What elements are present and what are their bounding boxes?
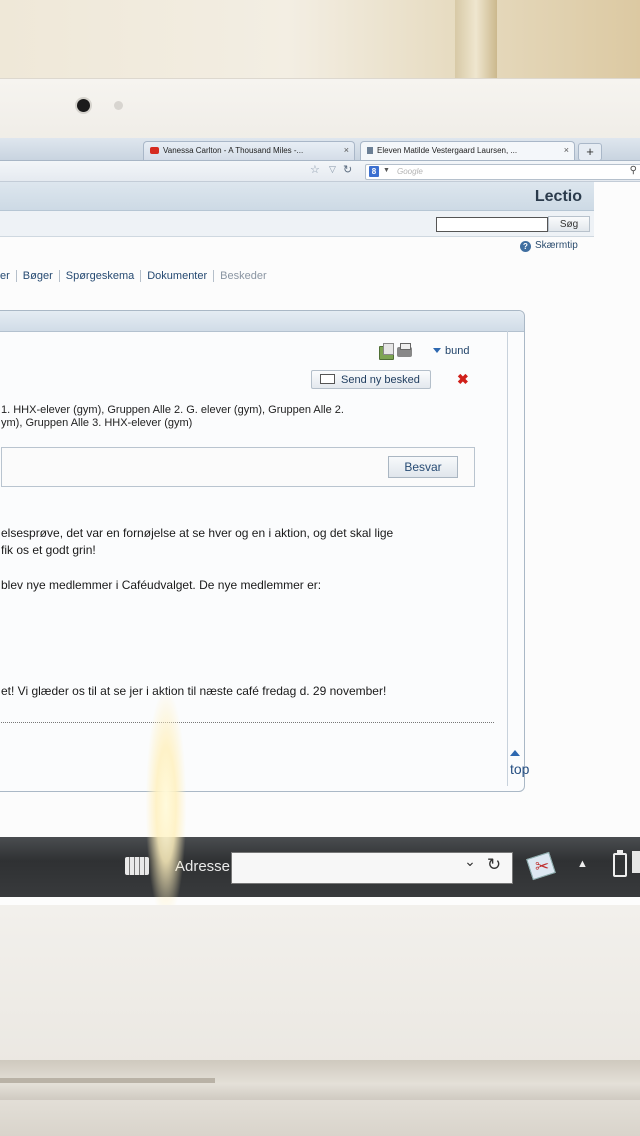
message-body-line: blev nye medlemmer i Caféudvalget. De ny…: [1, 578, 322, 592]
search-icon[interactable]: ⚲: [630, 165, 637, 176]
reply-box: Besvar: [1, 447, 475, 487]
tray-edge: [632, 851, 640, 873]
scissors-icon: ✂: [535, 857, 550, 876]
message-content: bund Send ny besked ✖ 1. HHX-elever (gym…: [0, 331, 508, 786]
message-body-line: elsesprøve, det var en fornøjelse at se …: [1, 526, 394, 540]
new-tab-button[interactable]: +: [578, 143, 602, 161]
browser-tab-bar: Vanessa Carlton - A Thousand Miles -... …: [0, 138, 640, 161]
lectio-logo[interactable]: Lectio: [535, 188, 582, 206]
menu-item-beskeder[interactable]: Beskeder: [214, 270, 272, 282]
hinge-slot: [0, 1078, 215, 1083]
lectio-page: Lectio Søg ? Skærmtip er Bøger Spørgeskema D…: [0, 182, 640, 837]
print-icon[interactable]: [397, 343, 412, 357]
webcam: [77, 99, 90, 112]
laptop-bottom-bezel: [0, 905, 640, 1136]
menu-item-boger[interactable]: Bøger: [17, 270, 60, 282]
tab-label: Eleven Matilde Vestergaard Laursen, ...: [377, 146, 518, 155]
send-new-message-button[interactable]: Send ny besked: [311, 370, 431, 389]
battery-icon[interactable]: [613, 850, 627, 877]
message-body-line: fik os et godt grin!: [1, 543, 96, 557]
background-pillar: [455, 0, 497, 90]
lectio-icon: [367, 147, 373, 154]
send-button-label: Send ny besked: [341, 373, 420, 386]
menu-item-dokumenter[interactable]: Dokumenter: [141, 270, 215, 282]
laptop-screen: Vanessa Carlton - A Thousand Miles -... …: [0, 138, 640, 908]
youtube-icon: [150, 147, 159, 154]
envelope-icon: [320, 373, 335, 384]
bookmark-star-icon[interactable]: ☆: [310, 163, 320, 176]
divider: [1, 722, 494, 723]
close-icon[interactable]: ×: [564, 145, 569, 155]
menu-item-sporgeskema[interactable]: Spørgeskema: [60, 270, 142, 282]
arrow-down-icon: [433, 348, 441, 353]
snipping-tool-icon[interactable]: ✂: [525, 851, 557, 881]
bottom-link[interactable]: bund: [433, 345, 469, 357]
recipients: 1. HHX-elever (gym), Gruppen Alle 2. G. …: [1, 404, 521, 430]
chevron-down-icon[interactable]: ▼: [383, 167, 390, 174]
help-link[interactable]: ? Skærmtip: [520, 240, 578, 252]
close-icon[interactable]: ×: [344, 145, 349, 155]
main-menu: er Bøger Spørgeskema Dokumenter Beskeder: [0, 270, 273, 286]
help-label: Skærmtip: [535, 240, 578, 251]
recipients-line: 1. HHX-elever (gym), Gruppen Alle 2. G. …: [1, 404, 344, 416]
tab-lectio[interactable]: Eleven Matilde Vestergaard Laursen, ... …: [360, 141, 575, 160]
message-panel: bund Send ny besked ✖ 1. HHX-elever (gym…: [0, 310, 529, 792]
bottom-link-label: bund: [445, 345, 470, 357]
help-icon: ?: [520, 241, 531, 252]
history-dropdown-icon[interactable]: ▽: [329, 164, 336, 175]
web-search-box[interactable]: 8 ▼ Google ⚲: [365, 164, 640, 180]
recipients-line: ym), Gruppen Alle 3. HHX-elever (gym): [1, 417, 193, 429]
arrow-up-icon: [510, 750, 520, 756]
top-link[interactable]: top: [510, 745, 529, 777]
tray-chevron-up-icon[interactable]: ▲: [577, 858, 588, 870]
lectio-header: Lectio: [0, 182, 594, 211]
tab-youtube[interactable]: Vanessa Carlton - A Thousand Miles -... …: [143, 141, 355, 160]
light-glare: [146, 690, 186, 920]
light-sensor: [114, 101, 123, 110]
lectio-search-input[interactable]: [436, 217, 548, 232]
lectio-search-band: Søg: [0, 211, 594, 237]
browser-nav-bar: ☆ ▽ ↻ 8 ▼ Google ⚲: [0, 161, 640, 182]
refresh-icon[interactable]: ↻: [484, 852, 504, 880]
message-body-line: et! Vi glæder os til at se jer i aktion …: [1, 684, 387, 698]
chevron-down-icon[interactable]: ⌄: [464, 854, 476, 868]
reply-button[interactable]: Besvar: [388, 456, 458, 478]
reload-icon[interactable]: ↻: [343, 163, 352, 176]
taskbar: Adresse ⌄ ↻ ✂ ▲: [0, 837, 640, 897]
delete-icon[interactable]: ✖: [457, 371, 469, 388]
message-panel-header: [0, 311, 524, 332]
message-tools: [379, 343, 413, 360]
search-placeholder: Google: [397, 167, 423, 176]
search-button[interactable]: Søg: [548, 216, 590, 232]
document-icon[interactable]: [379, 343, 394, 360]
top-link-label: top: [510, 761, 530, 777]
menu-item-er[interactable]: er: [0, 270, 17, 282]
tab-label: Vanessa Carlton - A Thousand Miles -...: [163, 146, 304, 155]
search-engine-icon[interactable]: 8: [369, 166, 379, 177]
